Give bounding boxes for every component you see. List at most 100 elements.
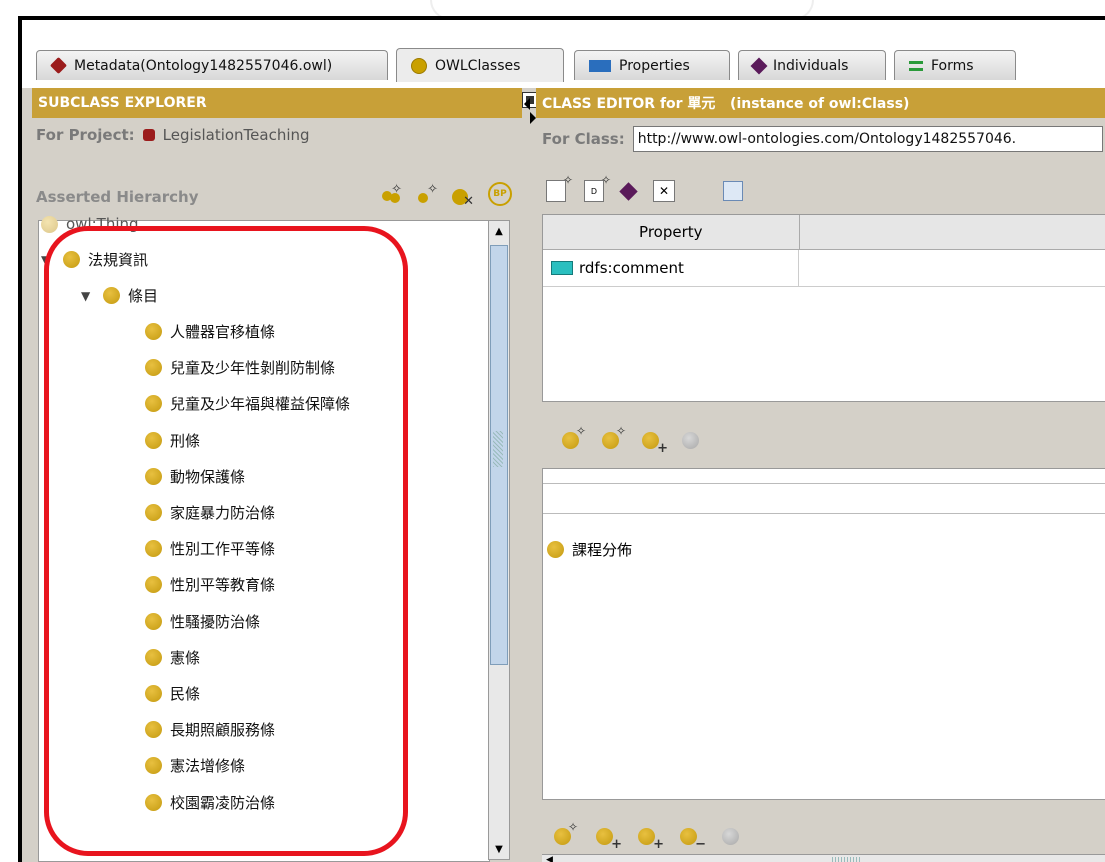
tab-individuals[interactable]: Individuals bbox=[738, 50, 886, 80]
tree-item-class[interactable]: 動物保護條 bbox=[145, 466, 245, 487]
class-icon bbox=[145, 504, 162, 521]
tree-item-class[interactable]: 校園霸凌防治條 bbox=[145, 792, 275, 813]
tab-metadata[interactable]: Metadata(Ontology1482557046.owl) bbox=[36, 50, 388, 80]
project-hex-icon bbox=[142, 129, 155, 141]
tree-item-level1[interactable]: ▼ 法規資訊 bbox=[41, 249, 148, 270]
table-row[interactable]: rdfs:comment bbox=[543, 250, 1105, 287]
tree-item-label: 憲條 bbox=[170, 648, 201, 667]
class-editor-panel: CLASS EDITOR for 單元 (instance of owl:Cla… bbox=[536, 88, 1105, 862]
delete-class-icon[interactable]: ✕ bbox=[452, 183, 474, 208]
divider bbox=[543, 483, 1105, 484]
column-header-property[interactable]: Property bbox=[543, 215, 800, 249]
add-disjoint-icon[interactable]: + bbox=[596, 824, 622, 852]
ontology-hex-icon bbox=[50, 57, 67, 74]
class-icon bbox=[145, 685, 162, 702]
value-cell[interactable] bbox=[799, 250, 1105, 286]
tab-owlclasses[interactable]: OWLClasses bbox=[396, 48, 564, 82]
tree-item-class[interactable]: 民條 bbox=[145, 683, 200, 704]
for-class-row: For Class: http://www.owl-ontologies.com… bbox=[542, 126, 1103, 152]
tree-item-class[interactable]: 性別工作平等條 bbox=[145, 538, 275, 559]
left-edge bbox=[22, 88, 32, 862]
tree-item-label: 刑條 bbox=[170, 431, 201, 450]
create-restriction-icon[interactable]: ✧ bbox=[602, 424, 626, 452]
class-icon bbox=[547, 541, 564, 558]
expand-triangle-icon[interactable]: ▼ bbox=[41, 253, 55, 267]
create-disjoint-icon[interactable]: ✧ bbox=[554, 820, 578, 848]
add-disjoint-siblings-icon[interactable]: + bbox=[638, 824, 664, 852]
search-class-icon[interactable]: BP bbox=[488, 182, 512, 206]
add-superclass-icon[interactable]: + bbox=[642, 428, 668, 456]
tree-item-label: 校園霸凌防治條 bbox=[170, 793, 276, 812]
table-header: Property bbox=[543, 215, 1105, 250]
column-header-value[interactable] bbox=[800, 215, 1105, 249]
tree-item-class[interactable]: 兒童及少年福與權益保障條 bbox=[145, 393, 350, 414]
toggle-panel-icon[interactable] bbox=[723, 181, 743, 201]
tree-item-class[interactable]: 刑條 bbox=[145, 430, 200, 451]
tree-item-class[interactable]: 家庭暴力防治條 bbox=[145, 502, 275, 523]
superclass-toolbar: ✧ ✧ + bbox=[562, 424, 706, 456]
collapse-left-icon[interactable] bbox=[524, 98, 530, 110]
create-datatype-annotation-icon[interactable]: D ✧ bbox=[584, 173, 611, 202]
remove-disjoint-icon[interactable]: − bbox=[680, 824, 706, 852]
class-icon bbox=[63, 251, 80, 268]
tree-item-class[interactable]: 人體器官移植條 bbox=[145, 321, 275, 342]
add-individual-icon[interactable] bbox=[619, 181, 638, 201]
property-name: rdfs:comment bbox=[579, 259, 684, 277]
tab-label: OWLClasses bbox=[435, 57, 521, 74]
project-label: For Project: bbox=[36, 126, 135, 144]
tree-vertical-scrollbar[interactable]: ▲ ▼ bbox=[488, 220, 510, 860]
create-sibling-class-icon[interactable]: ✧ bbox=[416, 183, 438, 205]
annotation-property-icon bbox=[551, 261, 573, 275]
superclass-item[interactable]: 課程分佈 bbox=[547, 539, 632, 560]
superclass-list: 課程分佈 bbox=[542, 468, 1105, 800]
tab-properties[interactable]: Properties bbox=[574, 50, 730, 80]
horizontal-scrollbar[interactable]: ◀ bbox=[542, 854, 1105, 862]
tree-item-class[interactable]: 長期照顧服務條 bbox=[145, 719, 275, 740]
tree-item-class[interactable]: 兒童及少年性剝削防制條 bbox=[145, 357, 335, 378]
add-named-superclass-icon[interactable]: ✧ bbox=[562, 424, 586, 452]
tree-item-class[interactable]: 憲條 bbox=[145, 647, 200, 668]
tab-label: Properties bbox=[619, 57, 690, 74]
scroll-grip bbox=[832, 857, 862, 862]
class-editor-header: CLASS EDITOR for 單元 (instance of owl:Cla… bbox=[536, 88, 1105, 118]
tree-item-class[interactable]: 性別平等教育條 bbox=[145, 574, 275, 595]
class-icon bbox=[145, 648, 162, 666]
panel-title: SUBCLASS EXPLORER bbox=[38, 95, 207, 111]
create-subclass-icon[interactable]: ✧ bbox=[380, 183, 402, 205]
scroll-up-icon[interactable]: ▲ bbox=[489, 221, 509, 241]
class-icon bbox=[145, 359, 162, 377]
protege-window: Metadata(Ontology1482557046.owl) OWLClas… bbox=[18, 16, 1105, 862]
search-superclass-icon[interactable] bbox=[682, 428, 706, 452]
tree-item-label: 性別工作平等條 bbox=[170, 540, 276, 559]
tree-item-root[interactable]: owl:Thing bbox=[41, 215, 139, 233]
property-rect-icon bbox=[589, 59, 611, 72]
annotation-property-table: Property rdfs:comment bbox=[542, 214, 1105, 402]
tab-forms[interactable]: Forms bbox=[894, 50, 1016, 80]
scroll-down-icon[interactable]: ▼ bbox=[489, 839, 509, 859]
tree-item-label: 人體器官移植條 bbox=[170, 323, 276, 341]
tree-item-label: 動物保護條 bbox=[170, 467, 246, 486]
expand-triangle-icon[interactable]: ▼ bbox=[81, 289, 95, 303]
split-divider[interactable] bbox=[522, 88, 538, 862]
for-class-label: For Class: bbox=[542, 130, 625, 148]
tree-item-label: 民條 bbox=[170, 685, 201, 703]
tree-item-class[interactable]: 性騷擾防治條 bbox=[145, 611, 260, 632]
class-uri-field[interactable]: http://www.owl-ontologies.com/Ontology14… bbox=[632, 126, 1103, 152]
class-icon bbox=[103, 287, 120, 304]
class-icon bbox=[41, 215, 58, 233]
tree-item-label: owl:Thing bbox=[66, 215, 139, 233]
superclass-label: 課程分佈 bbox=[572, 541, 633, 559]
scroll-left-icon[interactable]: ◀ bbox=[546, 855, 553, 862]
tree-item-level2[interactable]: ▼ 條目 bbox=[81, 285, 158, 306]
tree-item-class[interactable]: 憲法增修條 bbox=[145, 755, 245, 776]
divider bbox=[543, 513, 1105, 514]
create-annotation-icon[interactable]: ✧ bbox=[546, 173, 573, 202]
project-row: For Project: LegislationTeaching bbox=[36, 126, 310, 144]
scroll-grip bbox=[493, 431, 503, 467]
class-icon bbox=[145, 431, 162, 449]
search-disjoint-icon[interactable] bbox=[722, 824, 746, 848]
forms-icon bbox=[909, 60, 923, 71]
hierarchy-toolbar: Asserted Hierarchy ✧ ✧ ✕ BP bbox=[36, 182, 518, 218]
delete-annotation-icon[interactable]: ✕ bbox=[653, 180, 675, 202]
project-name: LegislationTeaching bbox=[162, 126, 310, 144]
